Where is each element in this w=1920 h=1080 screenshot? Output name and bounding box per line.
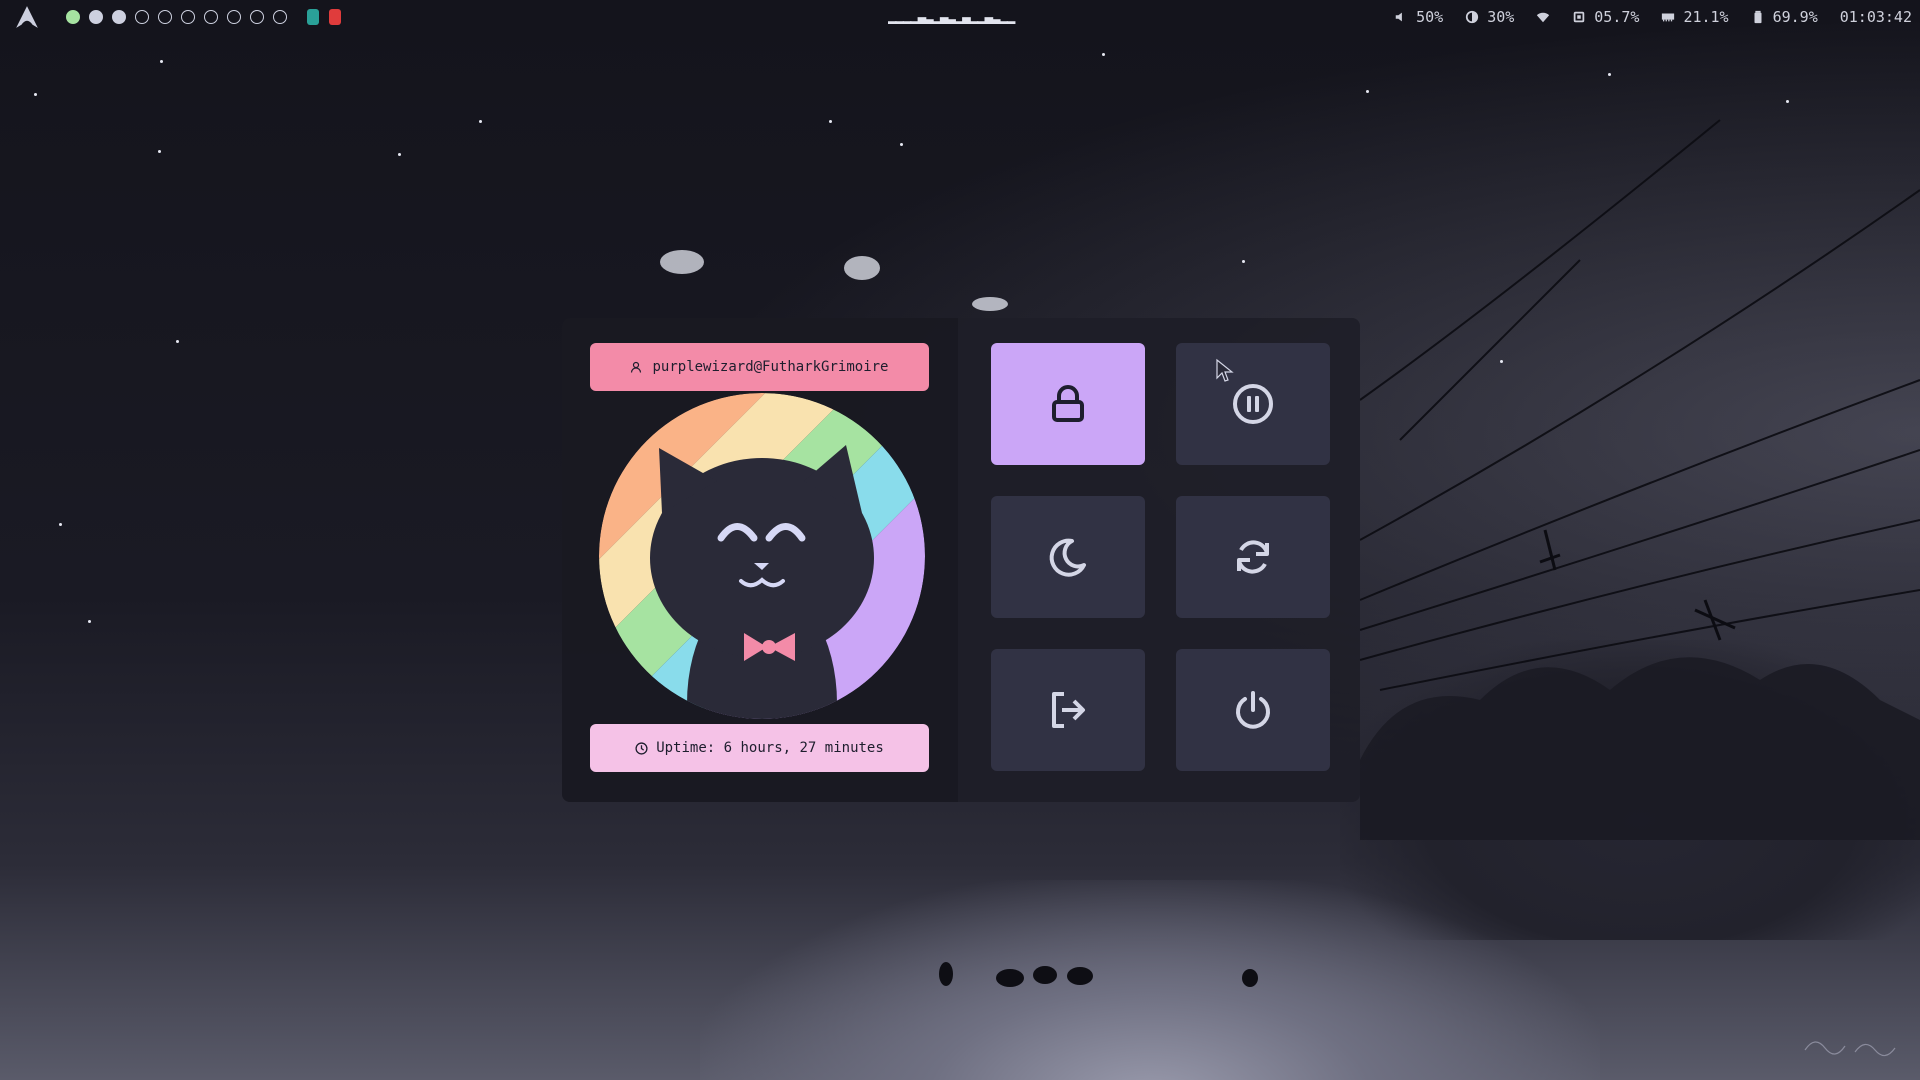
brightness-indicator[interactable]: 30% [1465, 8, 1514, 26]
power-icon [1236, 691, 1270, 729]
user-icon [631, 361, 642, 373]
cat-avatar-icon [599, 393, 925, 719]
workspace-4[interactable] [135, 10, 149, 24]
workspace-3[interactable] [112, 10, 126, 24]
logout-button[interactable] [991, 649, 1145, 771]
brightness-icon [1466, 10, 1479, 24]
tray-apps [307, 9, 341, 25]
cpu-indicator[interactable]: 05.7% [1572, 8, 1639, 26]
logout-icon [1052, 692, 1085, 728]
clock-time: 01:03:42 [1839, 8, 1912, 26]
lock-button[interactable] [991, 343, 1145, 465]
memory-icon [1662, 13, 1675, 22]
artist-signature [1804, 1041, 1896, 1057]
status-area: 50% 30% 05.7% 21.1% 69.9% 01:03:42 [1394, 0, 1912, 34]
brightness-value: 30% [1487, 8, 1515, 26]
suspend-button[interactable] [1176, 343, 1330, 465]
user-badge: purplewizard@FutharkGrimoire [590, 343, 929, 391]
memory-value: 21.1% [1683, 8, 1729, 26]
hibernate-button[interactable] [991, 496, 1145, 618]
app-green-icon[interactable] [307, 9, 319, 25]
uptime-badge: Uptime: 6 hours, 27 minutes [590, 724, 929, 772]
workspace-6[interactable] [181, 10, 195, 24]
refresh-icon [1237, 540, 1269, 574]
workspace-2[interactable] [89, 10, 103, 24]
memory-indicator[interactable]: 21.1% [1661, 8, 1729, 26]
battery-indicator[interactable]: 69.9% [1751, 8, 1818, 26]
moon-icon [1049, 538, 1086, 577]
shutdown-button[interactable] [1176, 649, 1330, 771]
volume-value: 50% [1416, 8, 1444, 26]
cpu-icon [1574, 11, 1585, 23]
uptime-text: Uptime: 6 hours, 27 minutes [656, 740, 884, 756]
workspace-10[interactable] [273, 10, 287, 24]
clock-icon [635, 741, 648, 755]
arch-linux-icon[interactable] [14, 4, 40, 30]
mouse-cursor-icon [1216, 358, 1234, 382]
avatar [599, 393, 925, 719]
workspace-7[interactable] [204, 10, 218, 24]
workspace-5[interactable] [158, 10, 172, 24]
workspace-indicators [66, 10, 287, 24]
wifi-icon [1537, 12, 1550, 23]
volume-indicator[interactable]: 50% [1394, 8, 1443, 26]
volume-icon [1395, 12, 1402, 22]
workspace-1[interactable] [66, 10, 80, 24]
wifi-indicator[interactable] [1536, 10, 1550, 24]
workspace-9[interactable] [250, 10, 264, 24]
pause-circle-icon [1233, 384, 1273, 424]
top-bar: ▂▂▂▂▄▃▂▄▃▂▄▂▂▄▃▂▂ 50% 30% 05.7% 21.1% 69… [0, 0, 1920, 34]
reboot-button[interactable] [1176, 496, 1330, 618]
cpu-value: 05.7% [1594, 8, 1640, 26]
user-name: purplewizard@FutharkGrimoire [652, 359, 889, 375]
window-title: ▂▂▂▂▄▃▂▄▃▂▄▂▂▄▃▂▂ [888, 10, 1015, 24]
clock[interactable]: 01:03:42 [1840, 8, 1912, 26]
lock-icon [1052, 385, 1084, 422]
app-red-icon[interactable] [329, 9, 341, 25]
battery-value: 69.9% [1772, 8, 1818, 26]
workspace-8[interactable] [227, 10, 241, 24]
battery-icon [1754, 10, 1762, 24]
